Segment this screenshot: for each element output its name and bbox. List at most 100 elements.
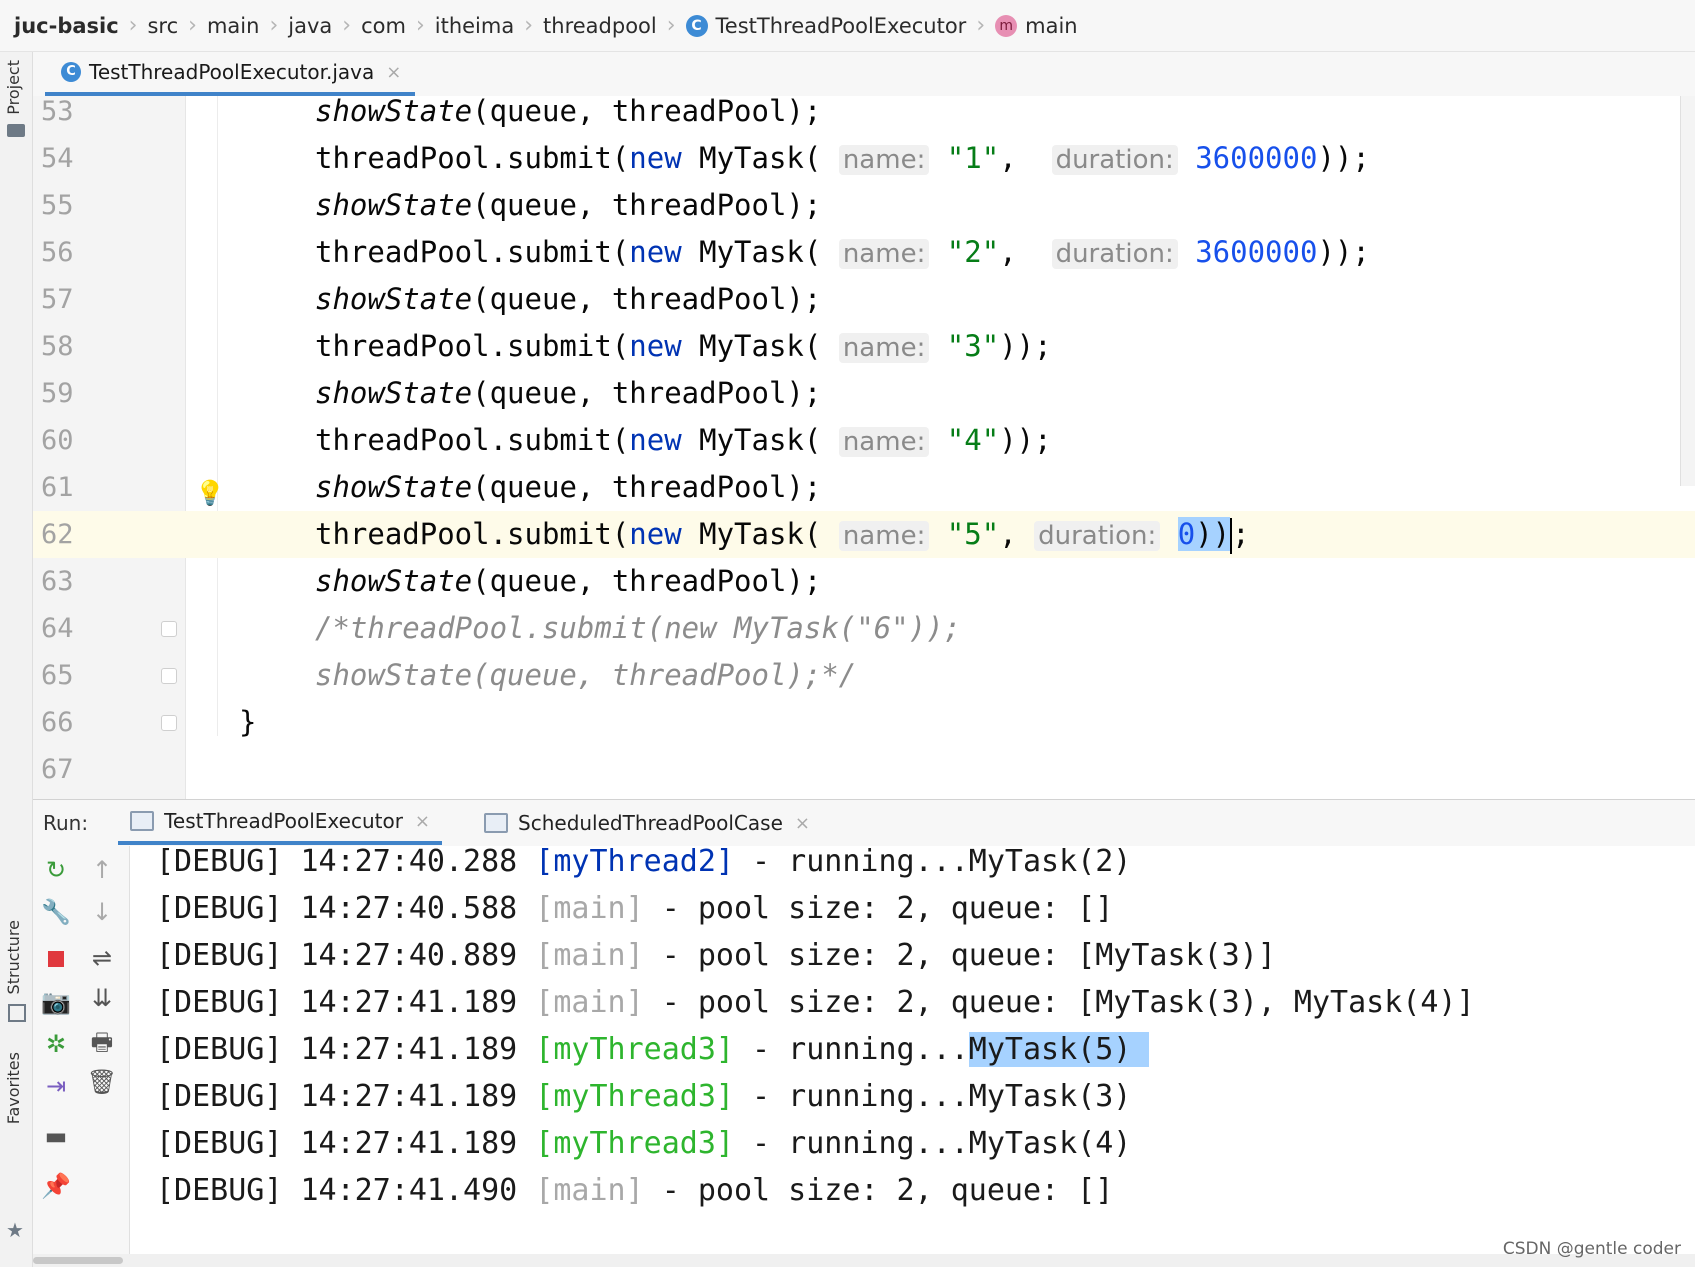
close-icon[interactable]: × (386, 62, 401, 83)
run-tab-label: ScheduledThreadPoolCase (518, 811, 783, 835)
breadcrumb-item-class[interactable]: C TestThreadPoolExecutor (685, 13, 967, 38)
keyword: new (629, 235, 682, 269)
code-line: 54 threadPool.submit(new MyTask( name: "… (33, 135, 1695, 182)
string-literal: "4" (946, 423, 1000, 457)
log-thread: [myThread3] (535, 1079, 734, 1114)
console-line: [DEBUG] 14:27:41.189 [myThread3] - runni… (156, 1073, 1131, 1120)
line-number: 55 (41, 190, 74, 221)
line-number: 57 (41, 284, 74, 315)
log-prefix: [DEBUG] 14:27:40.288 (156, 844, 536, 879)
log-prefix: [DEBUG] 14:27:41.189 (156, 1126, 536, 1161)
code-line: 59 showState(queue, threadPool); (33, 370, 1695, 417)
log-prefix: [DEBUG] 14:27:41.189 (156, 985, 536, 1020)
close-icon[interactable]: × (795, 813, 810, 834)
code-comment: /*threadPool.submit(new MyTask("6")); (315, 611, 962, 645)
method-call: showState (315, 282, 473, 316)
code-text: threadPool.submit( (315, 235, 630, 269)
lightbulb-icon[interactable]: 💡 (195, 479, 225, 507)
log-message: - running... (733, 1032, 969, 1067)
code-line: 58 threadPool.submit(new MyTask( name: "… (33, 323, 1695, 370)
breadcrumb-method-label: main (1025, 13, 1078, 38)
line-number: 54 (41, 143, 74, 174)
exit-icon[interactable]: ⇥ (33, 1066, 79, 1106)
method-call: showState (315, 94, 473, 128)
code-text: )); (1317, 235, 1370, 269)
method-call: showState (315, 376, 473, 410)
breadcrumb-item-src[interactable]: src (147, 14, 178, 38)
breadcrumb-item-com[interactable]: com (361, 14, 406, 38)
highlighted-text: MyTask(5) (968, 1032, 1150, 1067)
scroll-to-end-icon[interactable]: ⇊ (79, 978, 125, 1018)
editor-scrollbar[interactable] (1680, 96, 1695, 486)
keyword: new (629, 423, 682, 457)
code-line: 60 threadPool.submit(new MyTask( name: "… (33, 417, 1695, 464)
string-literal: "2" (946, 235, 1000, 269)
layout-icon[interactable]: ▬ (33, 1116, 79, 1156)
pin-icon[interactable]: 📌 (33, 1166, 79, 1206)
code-text: MyTask( (681, 329, 822, 363)
breadcrumb-item-java[interactable]: java (288, 14, 332, 38)
keyword: new (629, 517, 682, 551)
code-text: , (999, 517, 1035, 551)
camera-icon[interactable]: 📷 (33, 982, 79, 1022)
number-literal: 3600000 (1195, 141, 1318, 175)
arrow-up-icon[interactable]: ↑ (79, 850, 125, 890)
print-icon[interactable]: 🖶 (79, 1022, 125, 1062)
code-editor[interactable]: 53 showState(queue, threadPool); 54 thre… (33, 94, 1695, 799)
watermark: CSDN @gentle coder (1502, 1239, 1681, 1259)
console-line: [DEBUG] 14:27:40.588 [main] - pool size:… (156, 885, 1113, 932)
rerun-icon[interactable]: ↻ (33, 850, 79, 890)
console-line: [DEBUG] 14:27:40.889 [main] - pool size:… (156, 932, 1276, 979)
line-number: 65 (41, 660, 74, 691)
console-horizontal-scrollbar[interactable] (33, 1254, 1695, 1267)
breadcrumb-item-method[interactable]: m main (995, 13, 1078, 38)
code-text: (queue, threadPool); (472, 564, 822, 598)
project-tool-button[interactable]: Project (4, 60, 23, 115)
param-hint: name: (838, 333, 930, 363)
scrollbar-thumb[interactable] (33, 1257, 123, 1264)
line-number: 62 (41, 519, 74, 550)
log-prefix: [DEBUG] 14:27:40.889 (156, 938, 536, 973)
code-text: (queue, threadPool); (472, 94, 822, 128)
code-text: , (999, 141, 1035, 175)
fold-marker-icon[interactable] (161, 668, 177, 684)
fold-marker-icon[interactable] (161, 621, 177, 637)
code-text: )); (1317, 141, 1370, 175)
code-text: )); (999, 329, 1052, 363)
code-text: threadPool.submit( (315, 517, 630, 551)
class-icon: C (61, 62, 81, 82)
log-message: - running...MyTask(2) (733, 844, 1132, 879)
log-message: - pool size: 2, queue: [] (643, 1173, 1114, 1208)
breadcrumb-item-threadpool[interactable]: threadpool (543, 14, 657, 38)
trash-icon[interactable]: 🗑 (79, 1062, 125, 1102)
breadcrumb-item-project[interactable]: juc-basic (14, 14, 119, 38)
code-line: 64 /*threadPool.submit(new MyTask("6")); (33, 605, 1695, 652)
code-text: MyTask( (681, 235, 822, 269)
log-prefix: [DEBUG] 14:27:41.189 (156, 1032, 536, 1067)
soft-wrap-icon[interactable]: ⇌ (79, 938, 125, 978)
code-line: 56 threadPool.submit(new MyTask( name: "… (33, 229, 1695, 276)
debug-icon[interactable]: ✲ (33, 1024, 79, 1064)
stop-icon[interactable] (33, 938, 79, 978)
console-output[interactable]: [DEBUG] 14:27:40.288 [myThread2] - runni… (130, 844, 1695, 1254)
structure-tool-button[interactable]: Structure (4, 920, 23, 994)
wrench-icon[interactable]: 🔧 (33, 892, 79, 932)
log-message: - pool size: 2, queue: [MyTask(3)] (643, 938, 1276, 973)
fold-marker-icon[interactable] (161, 715, 177, 731)
breadcrumb-class-label: TestThreadPoolExecutor (715, 13, 967, 38)
console-line: [DEBUG] 14:27:41.189 [main] - pool size:… (156, 979, 1475, 1026)
method-icon: m (995, 14, 1018, 37)
breadcrumb-item-itheima[interactable]: itheima (435, 14, 514, 38)
code-text: (queue, threadPool); (472, 470, 822, 504)
param-hint: name: (838, 239, 930, 269)
log-thread: [main] (535, 985, 644, 1020)
arrow-down-icon[interactable]: ↓ (79, 892, 125, 932)
log-message: - running...MyTask(4) (733, 1126, 1132, 1161)
close-icon[interactable]: × (415, 811, 430, 832)
breadcrumb-item-main[interactable]: main (207, 14, 259, 38)
log-prefix: [DEBUG] 14:27:40.588 (156, 891, 536, 926)
log-prefix: [DEBUG] 14:27:41.189 (156, 1079, 536, 1114)
code-text: MyTask( (681, 423, 822, 457)
line-number: 59 (41, 378, 74, 409)
favorites-tool-button[interactable]: Favorites (4, 1052, 23, 1124)
